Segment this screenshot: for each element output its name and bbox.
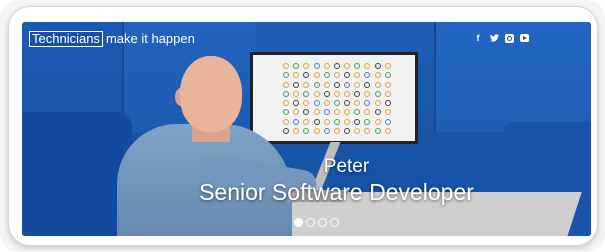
brand-logo-text: Technicians [29,31,103,47]
facebook-icon[interactable]: f [473,32,483,44]
monitor-image [250,52,418,144]
card-frame: Technicians make it happen f Peter Senio… [0,0,605,252]
pager-dot[interactable] [318,218,327,227]
monitor-screen [283,63,393,135]
pager-dot[interactable] [306,218,315,227]
slide-name: Peter [323,156,370,177]
instagram-icon[interactable] [505,33,514,43]
person-head [180,56,242,132]
brand-logo[interactable]: Technicians make it happen [29,31,195,47]
youtube-icon[interactable] [520,34,529,42]
pager-dot[interactable] [294,218,303,227]
slide-role: Senior Software Developer [199,179,474,205]
carousel-pager [294,218,339,227]
brand-tagline: make it happen [105,31,195,46]
slide-caption: Peter Senior Software Developer [22,156,591,206]
pager-dot[interactable] [330,218,339,227]
twitter-icon[interactable] [489,32,499,44]
social-links: f [473,32,529,44]
hero-carousel[interactable]: Technicians make it happen f Peter Senio… [22,22,591,236]
